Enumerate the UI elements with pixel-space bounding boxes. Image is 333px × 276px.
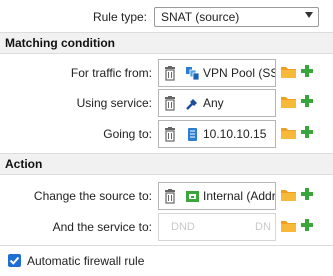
action-header: Action [0, 153, 333, 175]
folder-icon[interactable] [280, 188, 297, 205]
add-icon[interactable] [300, 64, 314, 81]
trash-icon[interactable] [164, 127, 176, 145]
using-service-label: Using service: [76, 96, 152, 110]
add-icon[interactable] [300, 125, 314, 142]
using-service-value: Any [203, 96, 224, 110]
change-source-field[interactable]: Internal (Addr [158, 182, 276, 210]
going-to-label: Going to: [103, 127, 152, 141]
network-pool-icon [185, 66, 200, 84]
change-source-value: Internal (Addr [203, 189, 276, 203]
add-icon[interactable] [300, 94, 314, 111]
trash-icon[interactable] [164, 96, 176, 114]
matching-condition-header: Matching condition [0, 32, 333, 54]
server-icon [185, 127, 200, 145]
going-to-value: 10.10.10.15 [203, 127, 267, 141]
trash-icon[interactable] [164, 66, 176, 84]
traffic-from-value: VPN Pool (SS [203, 66, 276, 80]
folder-icon[interactable] [280, 219, 297, 236]
checkmark-icon [9, 256, 20, 265]
traffic-from-label: For traffic from: [70, 66, 152, 80]
rule-type-value: SNAT (source) [161, 10, 240, 24]
traffic-from-field[interactable]: VPN Pool (SS [158, 59, 276, 87]
folder-icon[interactable] [280, 65, 297, 82]
change-source-label: Change the source to: [33, 189, 152, 203]
change-service-field[interactable]: DND DN [158, 213, 276, 241]
automatic-firewall-rule-label[interactable]: Automatic firewall rule [27, 254, 144, 268]
chevron-down-icon[interactable] [305, 12, 313, 18]
add-icon[interactable] [300, 187, 314, 204]
add-icon[interactable] [300, 218, 314, 235]
rule-type-select[interactable]: SNAT (source) [154, 7, 319, 27]
dnd-placeholder: DND [171, 221, 195, 233]
trash-icon[interactable] [164, 189, 176, 207]
dnd-placeholder: DN [255, 221, 271, 233]
folder-icon[interactable] [280, 95, 297, 112]
network-icon [185, 189, 200, 207]
going-to-field[interactable]: 10.10.10.15 [158, 120, 276, 148]
automatic-firewall-rule-checkbox[interactable] [8, 254, 21, 267]
rule-type-label: Rule type: [92, 10, 147, 24]
folder-icon[interactable] [280, 126, 297, 143]
using-service-field[interactable]: Any [158, 89, 276, 117]
any-service-icon [185, 96, 200, 114]
divider [0, 245, 333, 246]
change-service-label: And the service to: [52, 220, 152, 234]
